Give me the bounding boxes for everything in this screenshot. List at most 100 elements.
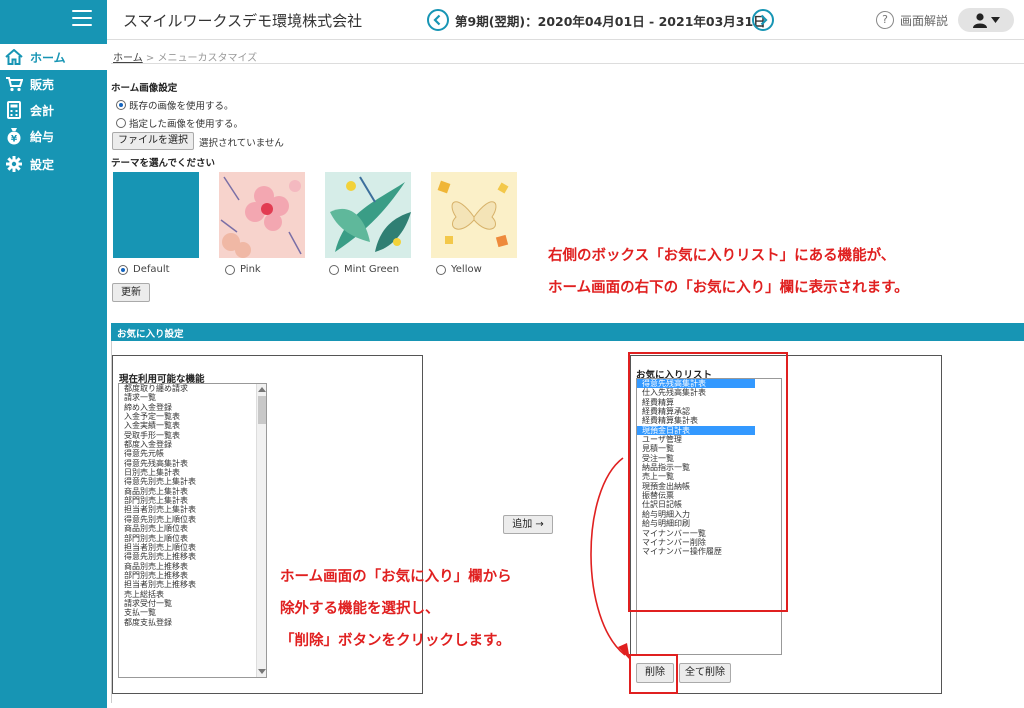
list-item[interactable]: 得意先別売上順位表 bbox=[119, 515, 266, 524]
next-period-button[interactable] bbox=[752, 9, 774, 31]
list-item[interactable]: ユーザ管理 bbox=[637, 435, 755, 444]
radio-circle bbox=[116, 118, 126, 128]
theme-label: Default bbox=[133, 264, 170, 275]
caret-down-icon bbox=[991, 17, 1000, 23]
help-link[interactable]: ? 画面解説 bbox=[876, 11, 948, 29]
help-label: 画面解説 bbox=[900, 13, 949, 28]
sidebar-item-label: 会計 bbox=[30, 103, 55, 118]
theme-thumbnail-yellow[interactable] bbox=[431, 172, 517, 258]
home-image-heading: ホーム画像設定 bbox=[111, 83, 178, 94]
annotation-text: 「削除」ボタンをクリックします。 bbox=[280, 633, 511, 649]
radio-custom-image[interactable]: 指定した画像を使用する。 bbox=[116, 116, 243, 130]
list-item[interactable]: 現預金日計表 bbox=[637, 425, 755, 436]
prev-period-button[interactable] bbox=[427, 9, 449, 31]
fiscal-period: 第9期(翌期)：2020年04月01日 - 2021年03月31日 bbox=[455, 14, 766, 29]
theme-radio-yellow[interactable]: Yellow bbox=[436, 264, 482, 275]
list-item[interactable]: 入金実績一覧表 bbox=[119, 421, 266, 430]
theme-radio-default[interactable]: Default bbox=[118, 264, 170, 275]
radio-circle bbox=[118, 264, 128, 275]
list-item[interactable]: 支払一覧 bbox=[119, 608, 266, 617]
list-item[interactable]: 仕入先残高集計表 bbox=[637, 388, 755, 397]
list-item[interactable]: 担当者別売上順位表 bbox=[119, 543, 266, 552]
radio-circle bbox=[116, 100, 126, 110]
list-item[interactable]: 締め入金登録 bbox=[119, 403, 266, 412]
list-item[interactable]: 部門別売上推移表 bbox=[119, 571, 266, 580]
sidebar-item-sales[interactable]: 販売 bbox=[0, 71, 107, 97]
cart-icon bbox=[3, 73, 25, 95]
list-item[interactable]: 得意先元帳 bbox=[119, 449, 266, 458]
question-icon: ? bbox=[876, 11, 894, 29]
theme-thumbnail-default[interactable] bbox=[113, 172, 199, 258]
list-item[interactable]: 売上総括表 bbox=[119, 590, 266, 599]
available-functions-listbox[interactable]: 都度取り纏め請求 請求一覧 締め入金登録 入金予定一覧表 入金実績一覧表 受取手形一覧表都… bbox=[118, 383, 267, 678]
radio-circle bbox=[436, 264, 446, 275]
list-item[interactable]: 商品別売上集計表 bbox=[119, 487, 266, 496]
list-item[interactable]: 都度支払登録 bbox=[119, 618, 266, 627]
gear-icon bbox=[3, 153, 25, 175]
flower-pattern-icon bbox=[220, 176, 302, 258]
sidebar-item-settings[interactable]: 設定 bbox=[0, 151, 107, 177]
update-button[interactable]: 更新 bbox=[112, 283, 150, 302]
file-select-button[interactable]: ファイルを選択 bbox=[112, 132, 194, 150]
chevron-right-icon bbox=[760, 14, 768, 26]
list-item[interactable]: 担当者別売上推移表 bbox=[119, 580, 266, 589]
divider bbox=[111, 63, 1024, 64]
list-item[interactable]: 請求一覧 bbox=[119, 393, 266, 402]
annotation-text: 除外する機能を選択し、 bbox=[280, 601, 440, 617]
annotation-text: ホーム画面の右下の「お気に入り」欄に表示されます。 bbox=[548, 280, 909, 296]
list-item[interactable]: 得意先残高集計表 bbox=[119, 459, 266, 468]
theme-radio-pink[interactable]: Pink bbox=[225, 264, 261, 275]
user-icon bbox=[973, 13, 987, 28]
listbox-scrollbar[interactable] bbox=[256, 384, 266, 677]
sidebar-item-label: ホーム bbox=[30, 50, 66, 65]
sidebar-item-accounting[interactable]: 会計 bbox=[0, 97, 107, 123]
theme-thumbnail-mint-green[interactable] bbox=[325, 172, 411, 258]
list-item[interactable]: 都度取り纏め請求 bbox=[119, 384, 266, 393]
theme-radio-mint-green[interactable]: Mint Green bbox=[329, 264, 399, 275]
list-item[interactable]: 入金予定一覧表 bbox=[119, 412, 266, 421]
radio-default-image[interactable]: 既存の画像を使用する。 bbox=[116, 98, 234, 112]
sidebar-item-label: 設定 bbox=[30, 157, 55, 172]
leaf-pattern-icon bbox=[330, 176, 411, 252]
sidebar-item-home[interactable]: ホーム bbox=[0, 44, 107, 70]
menu-toggle-icon[interactable] bbox=[72, 10, 92, 26]
radio-label: 指定した画像を使用する。 bbox=[129, 119, 244, 130]
breadcrumb: ホーム > メニューカスタマイズ bbox=[113, 49, 257, 64]
list-item[interactable]: 経費精算 bbox=[637, 398, 755, 407]
list-item[interactable]: 受取手形一覧表 bbox=[119, 431, 266, 440]
annotation-text: ホーム画面の「お気に入り」欄から bbox=[280, 569, 512, 585]
scrollbar-thumb[interactable] bbox=[258, 396, 266, 424]
home-icon bbox=[3, 46, 25, 68]
company-name: スマイルワークスデモ環境株式会社 bbox=[123, 12, 363, 30]
list-item[interactable]: 請求受付一覧 bbox=[119, 599, 266, 608]
theme-thumbnail-pink[interactable] bbox=[219, 172, 305, 258]
section-title: お気に入り設定 bbox=[117, 329, 184, 340]
delete-all-button[interactable]: 全て削除 bbox=[679, 663, 731, 683]
list-item[interactable]: 得意先別売上集計表 bbox=[119, 477, 266, 486]
annotation-text: 右側のボックス「お気に入りリスト」にある機能が、 bbox=[548, 248, 896, 264]
list-item[interactable]: 商品別売上順位表 bbox=[119, 524, 266, 533]
list-item[interactable]: 経費精算集計表 bbox=[637, 416, 755, 425]
list-item[interactable]: 都度入金登録 bbox=[119, 440, 266, 449]
annotation-arrow bbox=[590, 457, 630, 660]
svg-text:¥: ¥ bbox=[11, 135, 18, 145]
list-item[interactable]: 得意先残高集計表 bbox=[637, 379, 755, 389]
theme-label: Yellow bbox=[451, 264, 482, 275]
sidebar-item-label: 販売 bbox=[30, 77, 55, 92]
calculator-icon bbox=[3, 99, 25, 121]
butterfly-pattern-icon bbox=[437, 180, 509, 248]
sidebar-item-payroll[interactable]: ¥ 給与 bbox=[0, 123, 107, 149]
user-menu-button[interactable] bbox=[958, 8, 1014, 32]
list-item[interactable]: 担当者別売上集計表 bbox=[119, 505, 266, 514]
list-item[interactable]: 商品別売上推移表 bbox=[119, 562, 266, 571]
radio-circle bbox=[225, 264, 235, 275]
radio-circle bbox=[329, 264, 339, 275]
sidebar: ホーム 販売 会計 ¥ 給与 設定 bbox=[0, 0, 107, 708]
file-status: 選択されていません bbox=[199, 138, 284, 149]
list-item[interactable]: 部門別売上順位表 bbox=[119, 534, 266, 543]
add-button[interactable]: 追加 → bbox=[503, 515, 553, 534]
theme-heading: テーマを選んでください bbox=[111, 158, 216, 169]
scroll-up-icon bbox=[258, 387, 266, 392]
list-item[interactable]: 得意先別売上推移表 bbox=[119, 552, 266, 561]
list-item[interactable]: 経費精算承認 bbox=[637, 407, 755, 416]
